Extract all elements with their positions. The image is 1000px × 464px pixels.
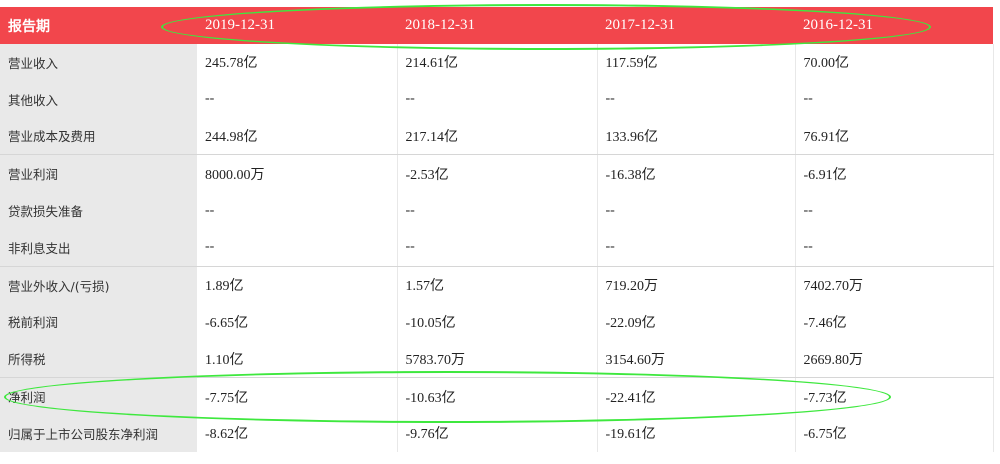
cell-value: 133.96亿 xyxy=(597,117,796,156)
table-row: 营业利润 8000.00万 -2.53亿 -16.38亿 -6.91亿 xyxy=(0,154,994,193)
cell-value: -22.41亿 xyxy=(597,377,796,415)
row-label: 营业收入 xyxy=(0,44,197,81)
row-label: 营业成本及费用 xyxy=(0,117,197,156)
cell-value: -7.73亿 xyxy=(795,377,994,415)
row-label: 其他收入 xyxy=(0,80,197,118)
header-date: 2018-12-31 xyxy=(397,7,597,44)
cell-value: -- xyxy=(397,80,598,118)
header-date: 2017-12-31 xyxy=(597,7,795,44)
header-row: 报告期 2019-12-31 2018-12-31 2017-12-31 201… xyxy=(0,7,993,44)
cell-value: -- xyxy=(197,80,398,118)
cell-value: -- xyxy=(597,80,796,118)
cell-value: 244.98亿 xyxy=(197,117,398,156)
row-label: 税前利润 xyxy=(0,303,197,341)
cell-value: 5783.70万 xyxy=(397,340,598,379)
cell-value: -- xyxy=(795,192,994,229)
cell-value: 719.20万 xyxy=(597,266,796,304)
row-label: 营业利润 xyxy=(0,154,197,193)
table-row: 净利润 -7.75亿 -10.63亿 -22.41亿 -7.73亿 xyxy=(0,377,994,415)
cell-value: -- xyxy=(597,192,796,229)
cell-value: -- xyxy=(597,228,796,267)
row-label: 非利息支出 xyxy=(0,228,197,267)
row-label: 归属于上市公司股东净利润 xyxy=(0,414,197,452)
cell-value: -8.62亿 xyxy=(197,414,398,452)
cell-value: -- xyxy=(795,228,994,267)
cell-value: 217.14亿 xyxy=(397,117,598,156)
cell-value: 1.89亿 xyxy=(197,266,398,304)
cell-value: -2.53亿 xyxy=(397,154,598,193)
cell-value: -- xyxy=(795,80,994,118)
row-label: 贷款损失准备 xyxy=(0,192,197,229)
cell-value: -- xyxy=(397,192,598,229)
table-row: 税前利润 -6.65亿 -10.05亿 -22.09亿 -7.46亿 xyxy=(0,303,994,341)
cell-value: -9.76亿 xyxy=(397,414,598,452)
cell-value: -6.75亿 xyxy=(795,414,994,452)
income-statement-table-container: 报告期 2019-12-31 2018-12-31 2017-12-31 201… xyxy=(0,7,994,452)
row-label: 营业外收入/(亏损) xyxy=(0,266,197,304)
row-label: 所得税 xyxy=(0,340,197,379)
cell-value: -- xyxy=(197,192,398,229)
table-row: 非利息支出 -- -- -- -- xyxy=(0,228,994,267)
cell-value: 245.78亿 xyxy=(197,44,398,81)
cell-value: 76.91亿 xyxy=(795,117,994,156)
cell-value: 8000.00万 xyxy=(197,154,398,193)
income-statement-table: 报告期 2019-12-31 2018-12-31 2017-12-31 201… xyxy=(0,7,994,452)
cell-value: 7402.70万 xyxy=(795,266,994,304)
cell-value: -19.61亿 xyxy=(597,414,796,452)
cell-value: 2669.80万 xyxy=(795,340,994,379)
table-row: 营业外收入/(亏损) 1.89亿 1.57亿 719.20万 7402.70万 xyxy=(0,266,994,304)
table-row: 贷款损失准备 -- -- -- -- xyxy=(0,192,994,229)
cell-value: -16.38亿 xyxy=(597,154,796,193)
table-row: 所得税 1.10亿 5783.70万 3154.60万 2669.80万 xyxy=(0,340,994,379)
cell-value: 70.00亿 xyxy=(795,44,994,81)
row-label: 净利润 xyxy=(0,377,197,415)
table-row: 其他收入 -- -- -- -- xyxy=(0,80,994,118)
cell-value: -7.75亿 xyxy=(197,377,398,415)
cell-value: 214.61亿 xyxy=(397,44,598,81)
cell-value: -10.05亿 xyxy=(397,303,598,341)
header-date: 2019-12-31 xyxy=(197,7,397,44)
table-row: 归属于上市公司股东净利润 -8.62亿 -9.76亿 -19.61亿 -6.75… xyxy=(0,414,994,452)
cell-value: -22.09亿 xyxy=(597,303,796,341)
cell-value: 3154.60万 xyxy=(597,340,796,379)
cell-value: 117.59亿 xyxy=(597,44,796,81)
table-row: 营业成本及费用 244.98亿 217.14亿 133.96亿 76.91亿 xyxy=(0,117,994,156)
cell-value: -7.46亿 xyxy=(795,303,994,341)
cell-value: 1.10亿 xyxy=(197,340,398,379)
cell-value: 1.57亿 xyxy=(397,266,598,304)
table-row: 营业收入 245.78亿 214.61亿 117.59亿 70.00亿 xyxy=(0,44,994,81)
header-label-report-period: 报告期 xyxy=(0,7,197,44)
cell-value: -6.91亿 xyxy=(795,154,994,193)
header-date: 2016-12-31 xyxy=(795,7,993,44)
cell-value: -6.65亿 xyxy=(197,303,398,341)
cell-value: -- xyxy=(197,228,398,267)
cell-value: -- xyxy=(397,228,598,267)
cell-value: -10.63亿 xyxy=(397,377,598,415)
